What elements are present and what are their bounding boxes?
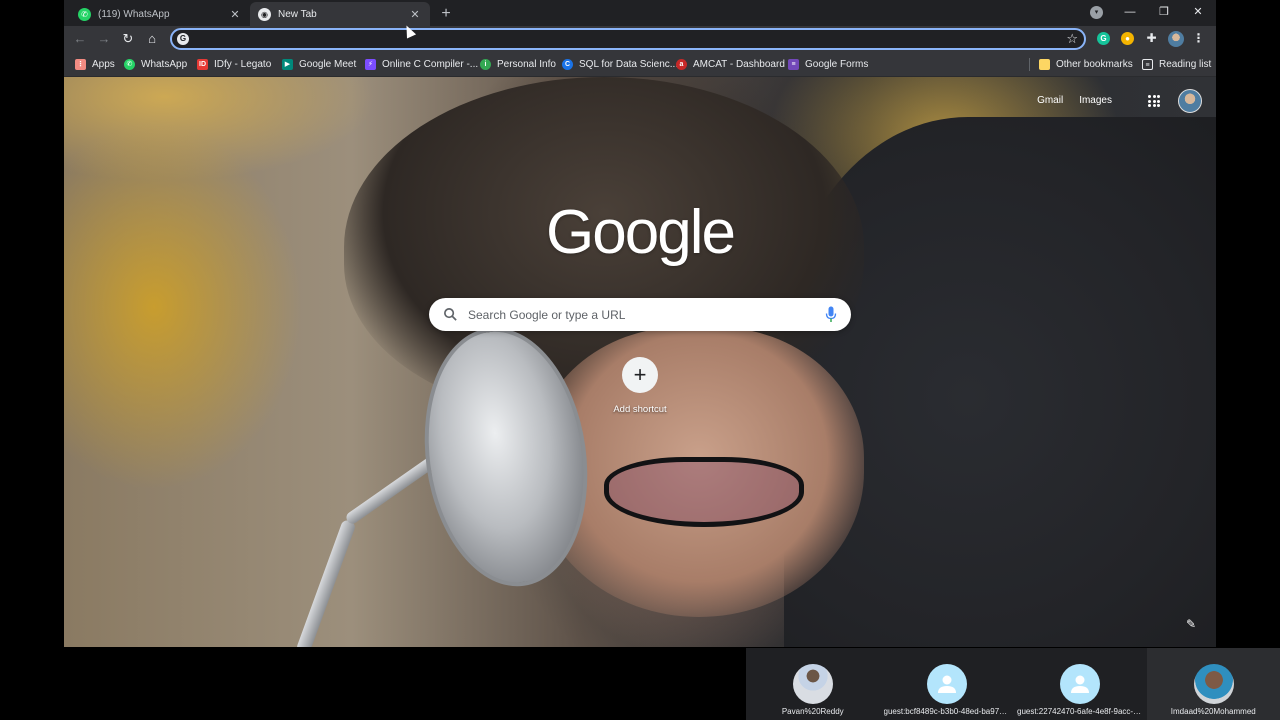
bookmark-label: Apps (92, 59, 115, 70)
bookmark-google-forms[interactable]: ≡ Google Forms (788, 57, 868, 72)
bookmark-label: Other bookmarks (1056, 59, 1133, 70)
search-input[interactable] (468, 306, 808, 323)
participant-tile[interactable]: Pavan%20Reddy (746, 648, 880, 720)
chrome-icon: ◉ (258, 7, 271, 21)
new-tab-page: Gmail Images Google + Add shortcut ✎ (64, 77, 1216, 647)
back-button[interactable]: ← (71, 30, 89, 48)
bookmark-label: IDfy - Legato (214, 59, 272, 70)
bookmark-whatsapp[interactable]: ✆ WhatsApp (124, 57, 187, 72)
participant-name: Imdaad%20Mohammed (1170, 707, 1256, 716)
bookmark-amcat[interactable]: a AMCAT - Dashboard (676, 57, 785, 72)
microphone-icon[interactable] (825, 306, 837, 323)
add-shortcut-tile[interactable]: + Add shortcut (600, 357, 680, 415)
tab-title: New Tab (278, 8, 317, 20)
grammarly-icon[interactable]: G (1097, 32, 1110, 45)
participant-avatar (793, 664, 833, 704)
close-window-button[interactable]: ✕ (1187, 3, 1209, 21)
amcat-icon: a (676, 59, 687, 70)
omnibox[interactable]: G ☆ (170, 28, 1086, 50)
reading-list-icon: ≡ (1142, 59, 1153, 70)
bookmark-apps[interactable]: ⋮ Apps (75, 57, 115, 72)
bookmark-reading-list[interactable]: ≡ Reading list (1142, 57, 1211, 72)
personal-info-icon: i (480, 59, 491, 70)
bookmark-label: AMCAT - Dashboard (693, 59, 785, 70)
compiler-icon: ⚡ (365, 59, 376, 70)
bookmark-google-meet[interactable]: ▶ Google Meet (282, 57, 356, 72)
participant-tile[interactable]: guest:22742470-6afe-4e8f-9acc-dd... (1013, 648, 1147, 720)
pencil-icon[interactable]: ✎ (1184, 617, 1198, 631)
user-icon (1060, 664, 1100, 704)
bookmarks-bar: ⋮ Apps ✆ WhatsApp ID IDfy - Legato ▶ Goo… (64, 52, 1216, 77)
participants-strip: Pavan%20Reddy guest:bcf8489c-b3b0-48ed-b… (746, 648, 1280, 720)
folder-icon (1039, 59, 1050, 70)
plus-icon: + (622, 357, 658, 393)
tab-title: (119) WhatsApp (98, 8, 170, 20)
profile-avatar[interactable] (1168, 31, 1184, 47)
coursera-icon: C (562, 59, 573, 70)
google-meet-icon: ▶ (282, 59, 293, 70)
bookmark-idfy[interactable]: ID IDfy - Legato (197, 57, 271, 72)
participant-name: guest:22742470-6afe-4e8f-9acc-dd... (1017, 707, 1143, 716)
bookmark-label: Personal Info (497, 59, 556, 70)
background-photo-mirror-stem (295, 518, 357, 647)
forward-button[interactable]: → (95, 30, 113, 48)
tab-whatsapp[interactable]: ✆ (119) WhatsApp ✕ (70, 2, 250, 26)
google-icon: G (177, 33, 189, 45)
bookmark-sql-data-science[interactable]: C SQL for Data Scienc... (562, 57, 678, 72)
bookmark-label: Google Meet (299, 59, 357, 70)
idfy-icon: ID (197, 59, 208, 70)
menu-icon[interactable]: ⋮ (1192, 32, 1205, 45)
address-input[interactable] (196, 31, 1056, 47)
participant-name: guest:bcf8489c-b3b0-48ed-ba97-0... (883, 707, 1010, 716)
bookmark-label: Online C Compiler -... (382, 59, 479, 70)
participant-name: Pavan%20Reddy (781, 707, 844, 716)
participant-tile[interactable]: guest:bcf8489c-b3b0-48ed-ba97-0... (879, 648, 1013, 720)
reload-button[interactable]: ↻ (119, 30, 137, 48)
tab-search-icon[interactable]: ▾ (1090, 6, 1103, 19)
restore-button[interactable]: ❐ (1153, 3, 1175, 21)
close-icon[interactable]: ✕ (228, 7, 242, 21)
extension-icon[interactable]: ● (1121, 32, 1134, 45)
close-icon[interactable]: ✕ (408, 7, 422, 21)
participant-avatar (1193, 664, 1234, 704)
minimize-button[interactable]: — (1119, 3, 1141, 21)
whatsapp-icon: ✆ (78, 7, 91, 21)
google-logo: Google (546, 198, 736, 267)
bookmark-label: Reading list (1159, 59, 1212, 70)
toolbar: ← → ↻ ⌂ G ☆ G ● ✚ ⋮ (64, 26, 1216, 52)
tab-new-tab[interactable]: ◉ New Tab ✕ (250, 2, 430, 26)
account-avatar[interactable] (1178, 89, 1202, 113)
browser-window: ✆ (119) WhatsApp ✕ ◉ New Tab ✕ + ▾ — ❐ ✕… (64, 0, 1216, 647)
bookmark-online-c-compiler[interactable]: ⚡ Online C Compiler -... (365, 57, 478, 72)
tab-strip: ✆ (119) WhatsApp ✕ ◉ New Tab ✕ + ▾ — ❐ ✕ (64, 0, 1216, 26)
ntp-search-box[interactable] (429, 298, 851, 331)
puzzle-icon[interactable]: ✚ (1145, 32, 1158, 45)
bookmark-label: WhatsApp (141, 59, 188, 70)
participant-tile[interactable]: Imdaad%20Mohammed (1146, 648, 1280, 720)
ntp-header-links: Gmail Images (1037, 95, 1112, 106)
google-apps-icon[interactable] (1148, 95, 1160, 107)
whatsapp-icon: ✆ (124, 59, 135, 70)
bookmark-personal-info[interactable]: i Personal Info (480, 57, 556, 72)
images-link[interactable]: Images (1079, 95, 1112, 106)
star-icon[interactable]: ☆ (1066, 31, 1078, 47)
apps-grid-icon: ⋮ (75, 59, 86, 70)
bookmark-label: Google Forms (805, 59, 869, 70)
home-button[interactable]: ⌂ (143, 30, 161, 48)
search-icon (444, 308, 457, 321)
bookmark-label: SQL for Data Scienc... (579, 59, 679, 70)
bookmark-other-bookmarks[interactable]: Other bookmarks (1039, 57, 1133, 72)
bookmarks-divider (1029, 58, 1030, 71)
new-tab-button[interactable]: + (436, 4, 456, 24)
user-icon (926, 664, 967, 704)
add-shortcut-label: Add shortcut (613, 404, 667, 415)
google-forms-icon: ≡ (788, 59, 799, 70)
background-photo-sunglasses (604, 457, 804, 527)
gmail-link[interactable]: Gmail (1037, 95, 1063, 106)
